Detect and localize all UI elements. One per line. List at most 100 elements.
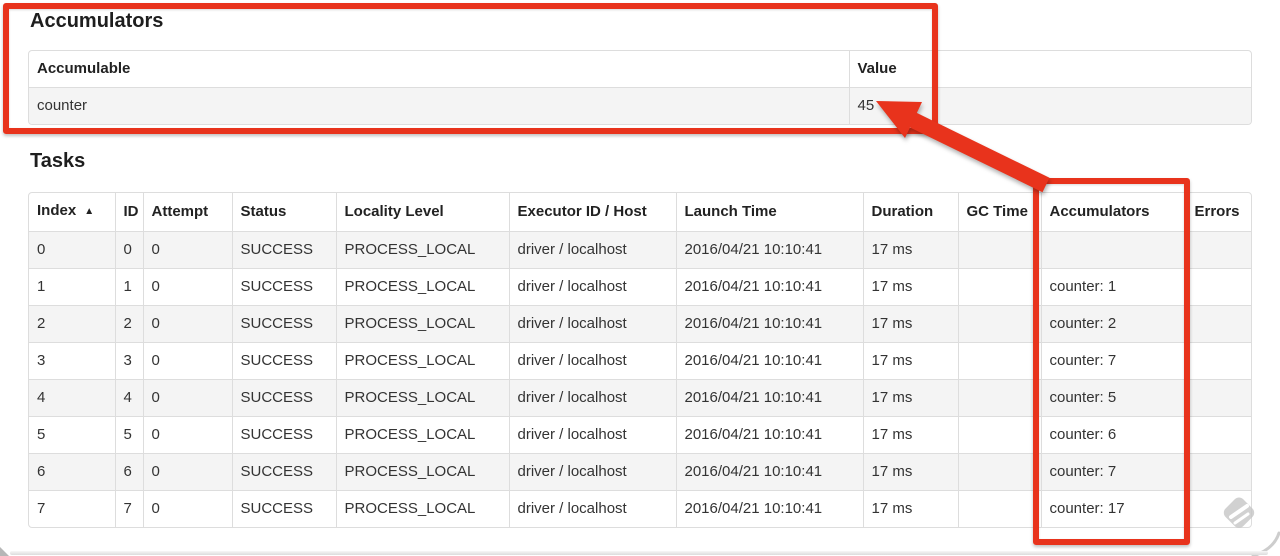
accumulators-header-row: Accumulable Value <box>29 51 1251 88</box>
table-cell <box>1185 305 1251 343</box>
table-cell: 2016/04/21 10:10:41 <box>675 231 863 269</box>
table-cell <box>957 416 1041 454</box>
table-cell: 0 <box>142 490 232 527</box>
col-header-index[interactable]: Index ▲ <box>29 193 115 232</box>
table-cell: SUCCESS <box>231 268 336 306</box>
table-cell: driver / localhost <box>508 231 676 269</box>
table-cell: SUCCESS <box>231 231 336 269</box>
table-cell <box>957 342 1041 380</box>
table-row: 5 5 0 SUCCESS PROCESS_LOCAL driver / localhos… <box>29 416 1251 454</box>
col-header-launch-time[interactable]: Launch Time <box>675 193 863 232</box>
table-cell: 0 <box>142 379 232 417</box>
table-cell: SUCCESS <box>231 379 336 417</box>
table-cell: 6 <box>29 453 115 491</box>
table-cell: 2 <box>114 305 143 343</box>
table-cell: SUCCESS <box>231 416 336 454</box>
tasks-table: Index ▲ ID Attempt Status Locality Level … <box>28 192 1252 528</box>
table-cell: 5 <box>29 416 115 454</box>
table-cell <box>957 379 1041 417</box>
table-row: counter 45 <box>29 87 1251 124</box>
table-cell: driver / localhost <box>508 268 676 306</box>
table-cell: 17 ms <box>862 231 958 269</box>
col-header-gc-time[interactable]: GC Time <box>957 193 1041 232</box>
table-cell: PROCESS_LOCAL <box>335 268 509 306</box>
sort-ascending-icon: ▲ <box>84 206 95 217</box>
table-row: 1 1 0 SUCCESS PROCESS_LOCAL driver / localhos… <box>29 268 1251 306</box>
col-header-attempt[interactable]: Attempt <box>142 193 232 232</box>
table-cell: 17 ms <box>862 268 958 306</box>
table-cell: 6 <box>114 453 143 491</box>
tasks-table-grid: Index ▲ ID Attempt Status Locality Level … <box>29 193 1251 527</box>
table-cell <box>957 453 1041 491</box>
table-cell <box>1185 490 1251 527</box>
table-cell: 0 <box>142 342 232 380</box>
col-header-status[interactable]: Status <box>231 193 336 232</box>
table-cell: counter: 1 <box>1040 268 1186 306</box>
table-cell: 2016/04/21 10:10:41 <box>675 416 863 454</box>
table-cell <box>1185 416 1251 454</box>
col-header-errors[interactable]: Errors <box>1185 193 1251 232</box>
col-header-locality-level[interactable]: Locality Level <box>335 193 509 232</box>
table-cell: counter: 5 <box>1040 379 1186 417</box>
table-cell <box>957 268 1041 306</box>
accumulators-table-grid: Accumulable Value counter 45 <box>29 51 1251 124</box>
table-cell: 2 <box>29 305 115 343</box>
table-cell: 0 <box>142 305 232 343</box>
col-header-duration[interactable]: Duration <box>862 193 958 232</box>
table-cell: counter: 7 <box>1040 453 1186 491</box>
col-header-value: Value <box>848 51 1251 88</box>
table-cell: PROCESS_LOCAL <box>335 305 509 343</box>
table-cell: driver / localhost <box>508 453 676 491</box>
table-cell: 0 <box>142 231 232 269</box>
table-cell: 5 <box>114 416 143 454</box>
table-cell <box>957 490 1041 527</box>
table-cell: 0 <box>114 231 143 269</box>
table-cell <box>957 231 1041 269</box>
table-cell: PROCESS_LOCAL <box>335 231 509 269</box>
table-cell <box>1185 453 1251 491</box>
table-cell: driver / localhost <box>508 305 676 343</box>
col-header-executor-id-host[interactable]: Executor ID / Host <box>508 193 676 232</box>
table-cell: 17 ms <box>862 416 958 454</box>
table-cell: SUCCESS <box>231 342 336 380</box>
table-cell: 0 <box>142 416 232 454</box>
table-cell: 3 <box>29 342 115 380</box>
table-cell <box>1185 231 1251 269</box>
table-cell: 7 <box>114 490 143 527</box>
table-cell: PROCESS_LOCAL <box>335 416 509 454</box>
table-cell: 17 ms <box>862 490 958 527</box>
table-row: 4 4 0 SUCCESS PROCESS_LOCAL driver / localhos… <box>29 379 1251 417</box>
table-cell: 45 <box>848 87 1251 124</box>
table-cell <box>957 305 1041 343</box>
table-cell: 0 <box>142 453 232 491</box>
table-cell: driver / localhost <box>508 342 676 380</box>
table-cell: PROCESS_LOCAL <box>335 379 509 417</box>
col-header-index-label: Index <box>37 202 77 219</box>
accumulators-table: Accumulable Value counter 45 <box>28 50 1252 125</box>
table-cell <box>1185 268 1251 306</box>
table-cell: 17 ms <box>862 305 958 343</box>
table-cell: PROCESS_LOCAL <box>335 490 509 527</box>
table-row: 0 0 0 SUCCESS PROCESS_LOCAL driver / localhos… <box>29 231 1251 269</box>
table-cell: SUCCESS <box>231 305 336 343</box>
col-header-accumulators[interactable]: Accumulators <box>1040 193 1186 232</box>
table-cell: driver / localhost <box>508 379 676 417</box>
table-cell: 1 <box>114 268 143 306</box>
table-cell <box>1185 342 1251 380</box>
col-header-id[interactable]: ID <box>114 193 143 232</box>
table-cell: counter: 2 <box>1040 305 1186 343</box>
table-cell: 17 ms <box>862 379 958 417</box>
table-cell: 0 <box>29 231 115 269</box>
table-cell: 2016/04/21 10:10:41 <box>675 268 863 306</box>
table-cell: SUCCESS <box>231 490 336 527</box>
table-cell: 2016/04/21 10:10:41 <box>675 342 863 380</box>
table-cell: driver / localhost <box>508 416 676 454</box>
table-row: 7 7 0 SUCCESS PROCESS_LOCAL driver / localhos… <box>29 490 1251 527</box>
table-cell: 3 <box>114 342 143 380</box>
table-cell: counter: 17 <box>1040 490 1186 527</box>
window-corner-mark <box>0 547 9 556</box>
table-cell: driver / localhost <box>508 490 676 527</box>
table-cell: PROCESS_LOCAL <box>335 342 509 380</box>
table-cell: 2016/04/21 10:10:41 <box>675 379 863 417</box>
spark-stage-page: { "accumulators_section": { "heading": "… <box>0 0 1280 556</box>
